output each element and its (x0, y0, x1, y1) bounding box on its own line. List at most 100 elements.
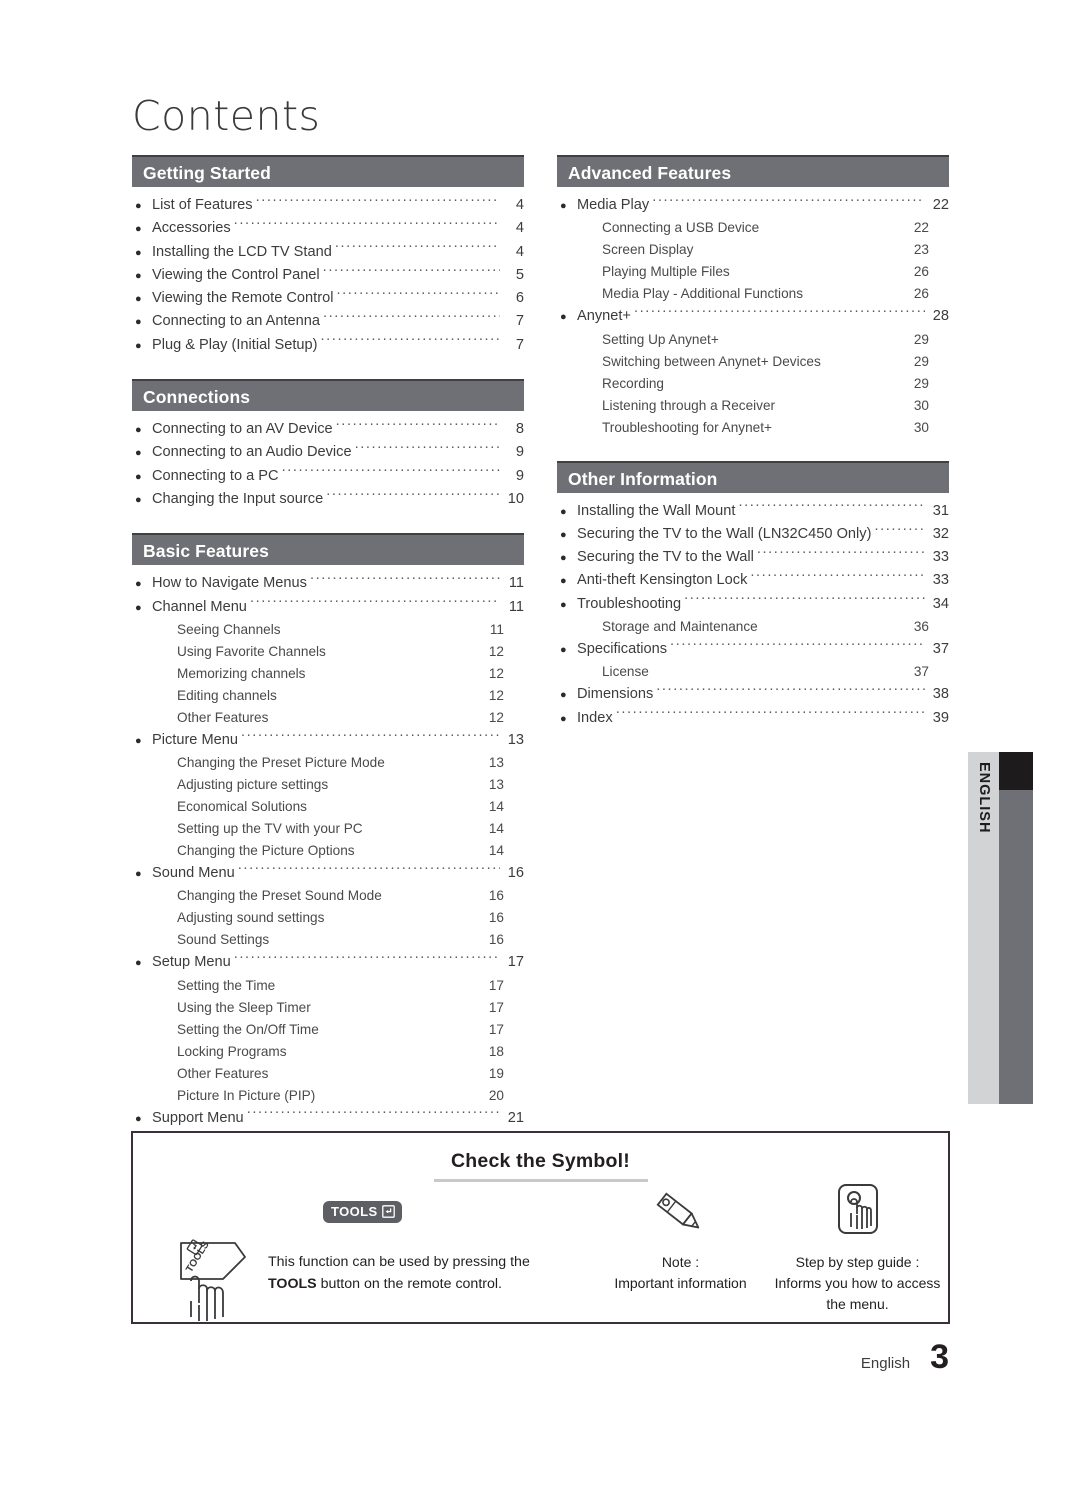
toc-entry-sub[interactable]: Media Play - Additional Functions 26 (557, 283, 949, 305)
toc-entry-main[interactable]: ● Sound Menu 16 (132, 862, 524, 885)
toc-entry-label: Playing Multiple Files (602, 264, 730, 280)
toc-entry-main[interactable]: ● Channel Menu 11 (132, 596, 524, 619)
toc-list: ● Connecting to an AV Device 8 ● Connecting … (132, 411, 524, 511)
dot-leader (234, 218, 500, 232)
toc-entry-sub[interactable]: Playing Multiple Files 26 (557, 261, 949, 283)
bullet-icon: ● (560, 644, 567, 657)
toc-entry-sub[interactable]: Troubleshooting for Anynet+ 30 (557, 417, 949, 439)
step-guide-caption: Step by step guide : Informs you how to … (765, 1252, 950, 1315)
bullet-icon: ● (560, 528, 567, 541)
toc-entry-main[interactable]: ● Media Play 22 (557, 194, 949, 217)
toc-entry-sub[interactable]: Economical Solutions 14 (132, 796, 524, 818)
toc-entry-main[interactable]: ● Troubleshooting 34 (557, 593, 949, 616)
toc-entry-sub[interactable]: Setting Up Anynet+ 29 (557, 329, 949, 351)
toc-entry-label: Media Play - Additional Functions (602, 286, 803, 302)
toc-entry-sub[interactable]: Setting up the TV with your PC 14 (132, 818, 524, 840)
toc-entry-sub[interactable]: Adjusting picture settings 13 (132, 774, 524, 796)
tools-description-line2-rest: button on the remote control. (316, 1276, 502, 1292)
toc-entry-main[interactable]: ● How to Navigate Menus 11 (132, 572, 524, 595)
toc-entry-main[interactable]: ● Viewing the Control Panel 5 (132, 264, 524, 287)
note-icon-row (588, 1189, 773, 1244)
toc-entry-main[interactable]: ● Changing the Input source 10 (132, 488, 524, 511)
tools-description-line2: TOOLS button on the remote control. (268, 1273, 573, 1295)
toc-entry-page: 14 (488, 821, 504, 837)
toc-entry-sub[interactable]: Other Features 19 (132, 1063, 524, 1085)
toc-entry-sub[interactable]: Using the Sleep Timer 17 (132, 997, 524, 1019)
bullet-icon: ● (560, 552, 567, 565)
toc-entry-main[interactable]: ● Connecting to an Antenna 7 (132, 310, 524, 333)
toc-entry-sub[interactable]: Connecting a USB Device 22 (557, 217, 949, 239)
toc-entry-sub[interactable]: License 37 (557, 661, 949, 683)
tools-description-line1: This function can be used by pressing th… (268, 1254, 530, 1270)
toc-entry-sub[interactable]: Setting the On/Off Time 17 (132, 1019, 524, 1041)
toc-entry-sub[interactable]: Setting the Time 17 (132, 975, 524, 997)
toc-entry-sub[interactable]: Changing the Preset Picture Mode 13 (132, 752, 524, 774)
toc-entry-label: Connecting a USB Device (602, 220, 760, 236)
toc-entry-label: Setup Menu (152, 954, 231, 971)
toc-entry-label: Setting the Time (177, 977, 276, 993)
toc-entry-main[interactable]: ● Plug & Play (Initial Setup) 7 (132, 334, 524, 357)
toc-entry-main[interactable]: ● Connecting to a PC 9 (132, 465, 524, 488)
toc-entry-sub[interactable]: Adjusting sound settings 16 (132, 907, 524, 929)
toc-entry-page: 28 (932, 308, 949, 325)
toc-entry-page: 18 (488, 1043, 504, 1059)
toc-entry-main[interactable]: ● Connecting to an Audio Device 9 (132, 441, 524, 464)
toc-entry-sub[interactable]: Screen Display 23 (557, 239, 949, 261)
toc-entry-main[interactable]: ● Anynet+ 28 (557, 305, 949, 328)
step-guide-caption-line3: the menu. (826, 1296, 889, 1312)
toc-entry-page: 16 (488, 932, 504, 948)
section-heading-basic-features: Basic Features (132, 533, 524, 566)
toc-entry-main[interactable]: ● Anti-theft Kensington Lock 33 (557, 569, 949, 592)
toc-entry-main[interactable]: ● Support Menu 21 (132, 1107, 524, 1130)
dot-leader (335, 242, 500, 256)
toc-entry-label: Installing the LCD TV Stand (152, 243, 332, 260)
press-button-hand-icon (837, 1184, 878, 1234)
toc-entry-sub[interactable]: Other Features 12 (132, 707, 524, 729)
toc-entry-sub[interactable]: Seeing Channels 11 (132, 619, 524, 641)
toc-entry-main[interactable]: ● Installing the LCD TV Stand 4 (132, 241, 524, 264)
toc-entry-main[interactable]: ● Specifications 37 (557, 638, 949, 661)
toc-entry-label: Using the Sleep Timer (177, 999, 311, 1015)
toc-entry-main[interactable]: ● Index 39 (557, 707, 949, 730)
toc-entry-main[interactable]: ● Securing the TV to the Wall 33 (557, 546, 949, 569)
toc-column-left: Getting Started ● List of Features 4 ● Access… (132, 155, 524, 1130)
toc-entry-sub[interactable]: Changing the Picture Options 14 (132, 840, 524, 862)
bullet-icon: ● (135, 601, 142, 614)
toc-entry-sub[interactable]: Changing the Preset Sound Mode 16 (132, 885, 524, 907)
dot-leader (757, 547, 925, 561)
toc-entry-sub[interactable]: Using Favorite Channels 12 (132, 641, 524, 663)
toc-entry-page: 17 (488, 977, 504, 993)
tools-badge-wrap: TOOLS (323, 1201, 402, 1223)
toc-entry-main[interactable]: ● List of Features 4 (132, 194, 524, 217)
toc-entry-sub[interactable]: Switching between Anynet+ Devices 29 (557, 351, 949, 373)
toc-entry-page: 4 (515, 220, 524, 237)
toc-entry-page: 9 (515, 467, 524, 484)
bullet-icon: ● (135, 200, 142, 212)
page-title: Contents (132, 92, 321, 140)
toc-entry-label: Connecting to an Antenna (152, 313, 320, 330)
toc-entry-main[interactable]: ● Setup Menu 17 (132, 951, 524, 974)
bullet-icon: ● (560, 598, 567, 611)
toc-entry-main[interactable]: ● Picture Menu 13 (132, 729, 524, 752)
toc-entry-sub[interactable]: Editing channels 12 (132, 685, 524, 707)
toc-entry-main[interactable]: ● Viewing the Remote Control 6 (132, 287, 524, 310)
toc-entry-sub[interactable]: Recording 29 (557, 373, 949, 395)
toc-entry-page: 31 (932, 502, 949, 519)
toc-entry-main[interactable]: ● Dimensions 38 (557, 683, 949, 706)
toc-entry-main[interactable]: ● Connecting to an AV Device 8 (132, 418, 524, 441)
toc-section: Advanced Features●Media Play22Connecting… (557, 155, 949, 439)
toc-entry-main[interactable]: ● Installing the Wall Mount 31 (557, 500, 949, 523)
toc-entry-sub[interactable]: Picture In Picture (PIP) 20 (132, 1085, 524, 1107)
toc-entry-page: 17 (488, 1021, 504, 1037)
toc-entry-main[interactable]: ● Securing the TV to the Wall (LN32C450 O… (557, 523, 949, 546)
toc-entry-label: Setting up the TV with your PC (177, 821, 363, 837)
section-heading-connections: Connections (132, 379, 524, 412)
symbol-item-step-guide: Step by step guide : Informs you how to … (765, 1181, 950, 1315)
toc-entry-label: Securing the TV to the Wall (LN32C450 On… (577, 525, 872, 542)
toc-entry-main[interactable]: ● Accessories 4 (132, 217, 524, 240)
toc-entry-sub[interactable]: Sound Settings 16 (132, 929, 524, 951)
toc-entry-sub[interactable]: Memorizing channels 12 (132, 663, 524, 685)
toc-entry-sub[interactable]: Listening through a Receiver 30 (557, 395, 949, 417)
toc-entry-sub[interactable]: Locking Programs 18 (132, 1041, 524, 1063)
toc-entry-sub[interactable]: Storage and Maintenance 36 (557, 616, 949, 638)
